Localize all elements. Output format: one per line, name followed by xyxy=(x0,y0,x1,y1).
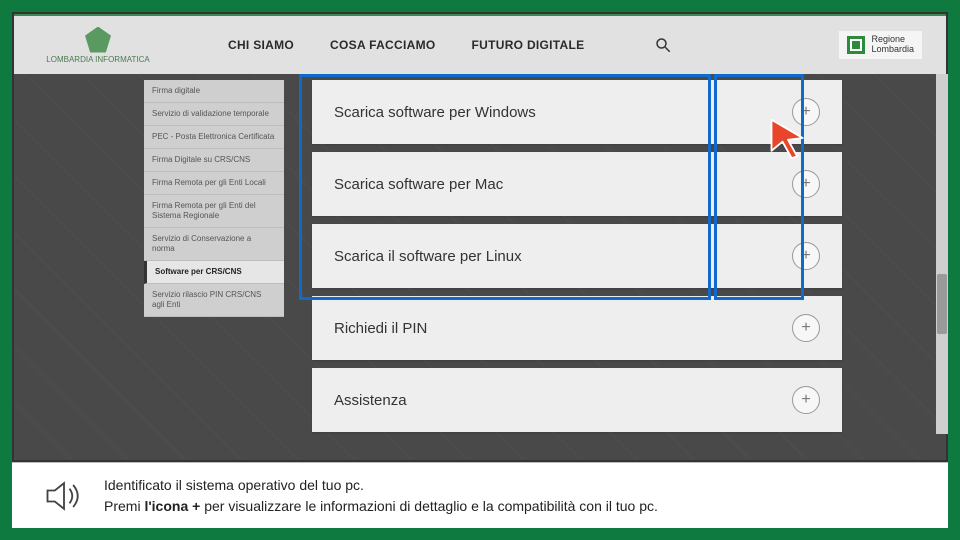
scrollbar-thumb[interactable] xyxy=(937,274,947,334)
expand-icon[interactable]: + xyxy=(792,98,820,126)
sidebar-item-pec[interactable]: PEC - Posta Elettronica Certificata xyxy=(144,126,284,149)
expand-icon[interactable]: + xyxy=(792,242,820,270)
logo-icon xyxy=(85,27,111,53)
sidebar-item-software-crs[interactable]: Software per CRS/CNS xyxy=(144,261,284,284)
caption-bar: Identificato il sistema operativo del tu… xyxy=(12,462,948,528)
site-logo[interactable]: LOMBARDIA INFORMATICA xyxy=(38,27,158,64)
accordion-title: Richiedi il PIN xyxy=(334,320,427,337)
sidebar-item-firma-remota-sistema[interactable]: Firma Remota per gli Enti del Sistema Re… xyxy=(144,195,284,228)
browser-screenshot: LOMBARDIA INFORMATICA CHI SIAMO COSA FAC… xyxy=(12,12,948,462)
accordion-title: Scarica software per Mac xyxy=(334,176,503,193)
caption-line-2: Premi l'icona + per visualizzare le info… xyxy=(104,496,658,517)
regione-label: RegioneLombardia xyxy=(871,35,914,55)
sidebar-item-firma-remota-enti[interactable]: Firma Remota per gli Enti Locali xyxy=(144,172,284,195)
accordion-linux[interactable]: Scarica il software per Linux + xyxy=(312,224,842,288)
top-navbar: LOMBARDIA INFORMATICA CHI SIAMO COSA FAC… xyxy=(14,14,946,74)
sidebar-item-rilascio-pin[interactable]: Servizio rilascio PIN CRS/CNS agli Enti xyxy=(144,284,284,317)
search-icon[interactable] xyxy=(654,36,672,54)
tutorial-frame: LOMBARDIA INFORMATICA CHI SIAMO COSA FAC… xyxy=(0,0,960,540)
accordion-title: Scarica il software per Linux xyxy=(334,248,522,265)
accordion-pin[interactable]: Richiedi il PIN + xyxy=(312,296,842,360)
sidebar-item-conservazione[interactable]: Servizio di Conservazione a norma xyxy=(144,228,284,261)
accordion-title: Scarica software per Windows xyxy=(334,104,536,121)
accordion-assistenza[interactable]: Assistenza + xyxy=(312,368,842,432)
audio-speaker-icon[interactable] xyxy=(42,474,86,518)
sidebar-item-firma-digitale[interactable]: Firma digitale xyxy=(144,80,284,103)
primary-nav: CHI SIAMO COSA FACCIAMO FUTURO DIGITALE xyxy=(228,38,584,52)
accordion-list: Scarica software per Windows + Scarica s… xyxy=(312,80,842,432)
expand-icon[interactable]: + xyxy=(792,170,820,198)
nav-item-cosa-facciamo[interactable]: COSA FACCIAMO xyxy=(330,38,435,52)
regione-lombardia-badge[interactable]: RegioneLombardia xyxy=(839,31,922,59)
nav-item-chi-siamo[interactable]: CHI SIAMO xyxy=(228,38,294,52)
accordion-mac[interactable]: Scarica software per Mac + xyxy=(312,152,842,216)
vertical-scrollbar[interactable] xyxy=(936,74,948,434)
logo-label: LOMBARDIA INFORMATICA xyxy=(46,55,149,64)
sidebar-item-firma-crs[interactable]: Firma Digitale su CRS/CNS xyxy=(144,149,284,172)
accordion-title: Assistenza xyxy=(334,392,407,409)
left-sidebar: Firma digitale Servizio di validazione t… xyxy=(144,80,284,317)
caption-text: Identificato il sistema operativo del tu… xyxy=(104,475,658,517)
expand-icon[interactable]: + xyxy=(792,314,820,342)
regione-flag-icon xyxy=(847,36,865,54)
nav-item-futuro-digitale[interactable]: FUTURO DIGITALE xyxy=(472,38,585,52)
expand-icon[interactable]: + xyxy=(792,386,820,414)
sidebar-item-validazione[interactable]: Servizio di validazione temporale xyxy=(144,103,284,126)
caption-line-1: Identificato il sistema operativo del tu… xyxy=(104,475,658,496)
accordion-windows[interactable]: Scarica software per Windows + xyxy=(312,80,842,144)
